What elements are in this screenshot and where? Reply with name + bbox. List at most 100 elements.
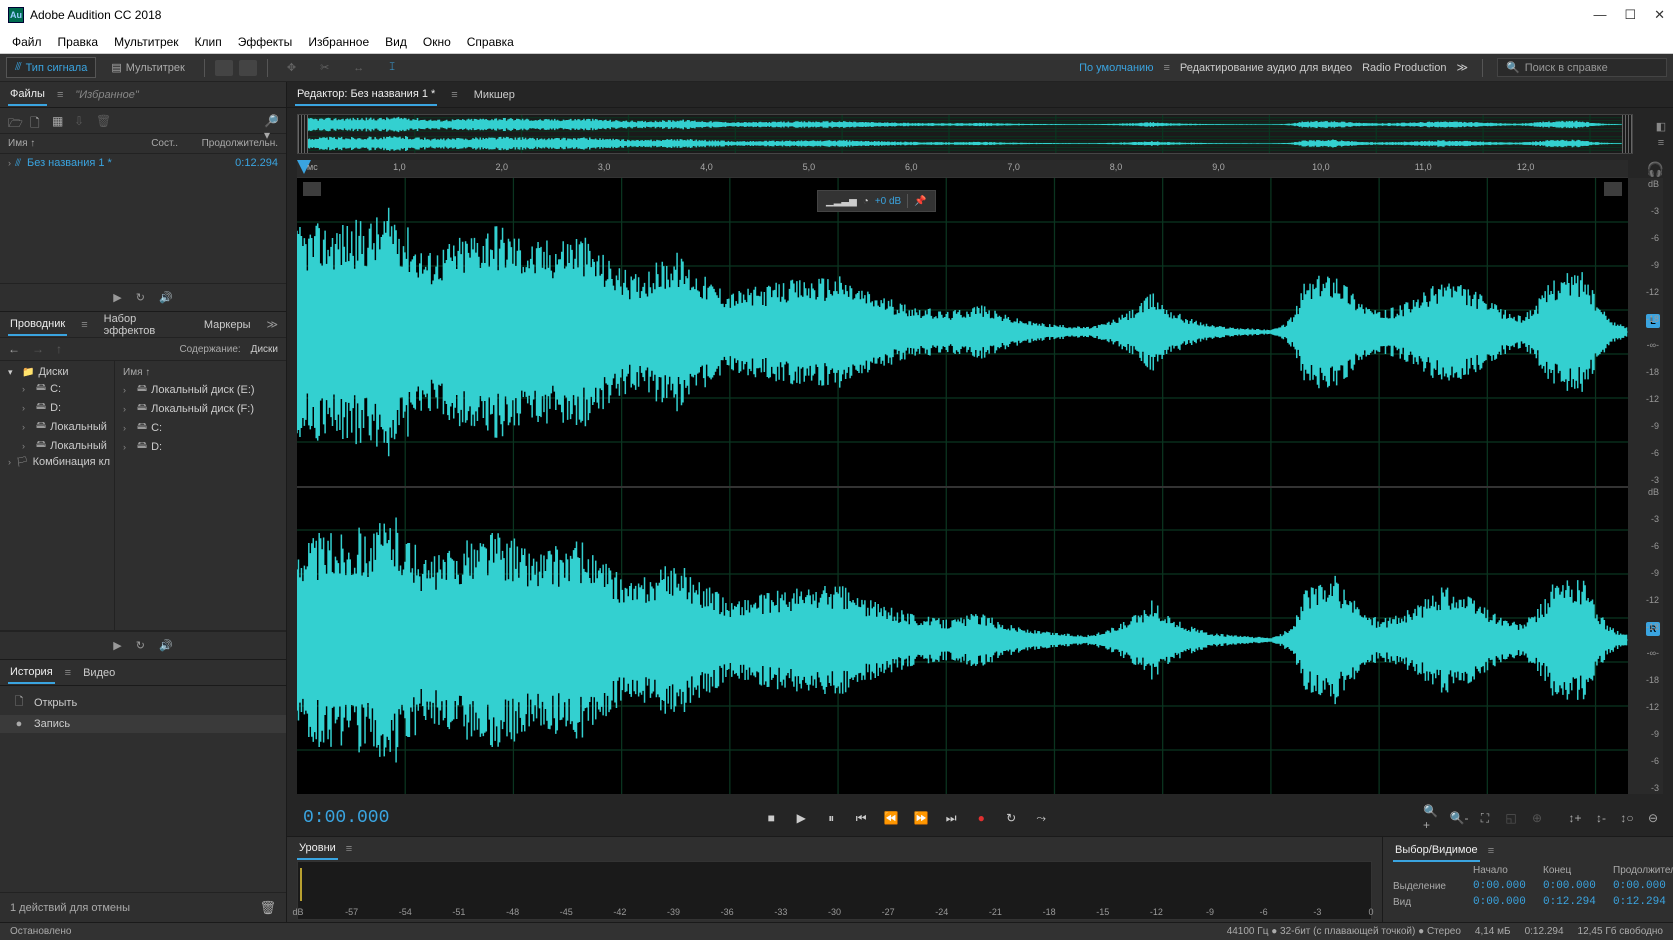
zoom-out-amp-icon[interactable]: ↕- — [1591, 808, 1611, 828]
rewind-button[interactable]: ⏪ — [880, 807, 902, 829]
menu-icon[interactable]: ≡ — [65, 667, 71, 679]
list-item[interactable]: ›🖴Локальный диск (E:) — [115, 380, 286, 399]
trash-icon[interactable]: 🗑 — [259, 900, 276, 916]
file-row[interactable]: › ⫻ Без названия 1 * 0:12.294 — [0, 154, 286, 172]
menu-multitrack[interactable]: Мультитрек — [108, 33, 184, 51]
files-col-state[interactable]: Сост.. — [118, 138, 178, 149]
razor-tool-icon[interactable]: ✂ — [311, 57, 338, 78]
ffwd-button[interactable]: ⏩ — [910, 807, 932, 829]
tab-selection-view[interactable]: Выбор/Видимое — [1393, 840, 1480, 862]
menu-clip[interactable]: Клип — [189, 33, 228, 51]
preview-play-icon[interactable]: ▶ — [113, 639, 121, 652]
more-tabs-icon[interactable]: ≫ — [266, 318, 278, 331]
timeline-ruler[interactable]: мс 1,02,03,04,05,06,07,08,09,010,011,012… — [297, 160, 1628, 178]
zoom-full-icon[interactable]: ⛶ — [1475, 808, 1495, 828]
autoplay-icon[interactable]: 🔊 — [159, 291, 173, 304]
tree-item[interactable]: ›🖴D: — [0, 398, 114, 417]
menu-effects[interactable]: Эффекты — [232, 33, 299, 51]
zoom-in-amp-icon[interactable]: ↕+ — [1565, 808, 1585, 828]
new-file-icon[interactable]: 🗋 — [30, 114, 44, 128]
tree-item[interactable]: ›🏳Комбинация кл — [0, 455, 114, 469]
insert-icon[interactable]: ⇩ — [74, 114, 88, 128]
list-item[interactable]: ›🖴C: — [115, 418, 286, 437]
menu-icon[interactable]: ≡ — [346, 843, 352, 855]
pause-button[interactable]: ⏸ — [820, 807, 842, 829]
tree-item[interactable]: ›🖴C: — [0, 379, 114, 398]
skip-selection-button[interactable]: ⤳ — [1030, 807, 1052, 829]
overview-handle-right[interactable] — [1622, 115, 1632, 153]
menu-icon[interactable]: ≡ — [1488, 845, 1494, 857]
headphones-icon[interactable]: 🎧 — [1647, 161, 1664, 178]
menu-icon[interactable]: ≡ — [57, 89, 63, 101]
menu-edit[interactable]: Правка — [52, 33, 105, 51]
menu-icon[interactable]: ≡ — [81, 319, 87, 331]
filter-icon[interactable]: 🔎▾ — [264, 114, 278, 128]
zoom-out-icon[interactable]: 🔍- — [1449, 808, 1469, 828]
sel-start[interactable]: 0:00.000 — [1473, 880, 1533, 892]
menu-file[interactable]: Файл — [6, 33, 48, 51]
loop-icon[interactable]: ↻ — [136, 291, 145, 304]
help-search-input[interactable]: 🔍 Поиск в справке — [1497, 58, 1667, 77]
channel-fx-icon[interactable] — [1604, 182, 1622, 196]
sel-end[interactable]: 0:00.000 — [1543, 880, 1603, 892]
panel-menu-icon[interactable]: ≡ — [1658, 137, 1664, 149]
waveform-display[interactable]: ▁▂▃▅ ◔ +0 dB 📌 — [297, 178, 1628, 794]
waveform-view-button[interactable]: ⫻ Тип сигнала — [6, 57, 96, 78]
loop-playback-button[interactable]: ↻ — [1000, 807, 1022, 829]
zoom-in-point-icon[interactable]: ⊕ — [1527, 808, 1547, 828]
spectral-freq-icon[interactable] — [215, 60, 233, 76]
workspace-audio-video[interactable]: Редактирование аудио для видео — [1180, 62, 1352, 74]
menu-help[interactable]: Справка — [461, 33, 520, 51]
new-multitrack-icon[interactable]: ▦ — [52, 114, 66, 128]
pin-icon[interactable]: 📌 — [914, 196, 926, 207]
files-col-duration[interactable]: Продолжительн. — [178, 138, 278, 149]
hamburger-icon[interactable]: ≡ — [1163, 62, 1169, 74]
tab-mixer[interactable]: Микшер — [472, 85, 517, 105]
files-col-name[interactable]: Имя ↑ — [8, 138, 118, 149]
multitrack-view-button[interactable]: ▤ Мультитрек — [102, 57, 194, 78]
menu-window[interactable]: Окно — [417, 33, 457, 51]
tab-files[interactable]: Файлы — [8, 84, 47, 106]
overview-waveform[interactable] — [297, 114, 1633, 154]
tab-favorites[interactable]: "Избранное" — [73, 85, 140, 105]
menu-view[interactable]: Вид — [379, 33, 413, 51]
workspace-radio[interactable]: Radio Production — [1362, 62, 1446, 74]
go-start-button[interactable]: ⏮ — [850, 807, 872, 829]
spectral-pitch-icon[interactable] — [239, 60, 257, 76]
maximize-button[interactable]: ☐ — [1624, 7, 1636, 23]
minimize-button[interactable]: — — [1593, 7, 1606, 23]
spectral-toggle-icon[interactable]: ◧ — [1656, 120, 1666, 133]
tab-video[interactable]: Видео — [81, 663, 117, 683]
record-button[interactable]: ● — [970, 807, 992, 829]
loop-icon[interactable]: ↻ — [136, 639, 145, 652]
overview-handle-left[interactable] — [298, 115, 308, 153]
view-dur[interactable]: 0:12.294 — [1613, 896, 1673, 908]
timecode-display[interactable]: 0:00.000 — [297, 808, 389, 828]
move-tool-icon[interactable]: ✥ — [278, 57, 305, 78]
zoom-out-full-amp-icon[interactable]: ⊖ — [1643, 808, 1663, 828]
tree-item[interactable]: ▾📁Диски — [0, 365, 114, 379]
tab-editor[interactable]: Редактор: Без названия 1 * — [295, 84, 437, 106]
nav-back-icon[interactable]: ← — [8, 342, 22, 356]
channel-fx-icon[interactable] — [303, 182, 321, 196]
list-item[interactable]: ›🖴D: — [115, 437, 286, 456]
time-select-tool-icon[interactable]: 𝙸 — [379, 57, 405, 78]
slip-tool-icon[interactable]: ↔ — [344, 58, 373, 78]
levels-meter[interactable]: dB-57-54-51-48-45-42-39-36-33-30-27-24-2… — [297, 861, 1372, 920]
preview-play-icon[interactable]: ▶ — [113, 291, 121, 304]
tab-levels[interactable]: Уровни — [297, 838, 338, 860]
autoplay-icon[interactable]: 🔊 — [159, 639, 173, 652]
tab-browser[interactable]: Проводник — [8, 314, 67, 336]
menu-icon[interactable]: ≡ — [451, 89, 457, 101]
zoom-sel-icon[interactable]: ◱ — [1501, 808, 1521, 828]
zoom-in-icon[interactable]: 🔍+ — [1423, 808, 1443, 828]
view-start[interactable]: 0:00.000 — [1473, 896, 1533, 908]
close-button[interactable]: ✕ — [1654, 7, 1665, 23]
close-file-icon[interactable]: 🗑 — [96, 114, 110, 128]
tree-item[interactable]: ›🖴Локальный — [0, 417, 114, 436]
zoom-reset-amp-icon[interactable]: ↕○ — [1617, 808, 1637, 828]
workspace-more-icon[interactable]: ≫ — [1456, 61, 1468, 74]
history-item[interactable]: 🗋Открыть — [0, 690, 286, 715]
open-file-icon[interactable]: 🗁 — [8, 114, 22, 128]
nav-fwd-icon[interactable]: → — [32, 342, 46, 356]
